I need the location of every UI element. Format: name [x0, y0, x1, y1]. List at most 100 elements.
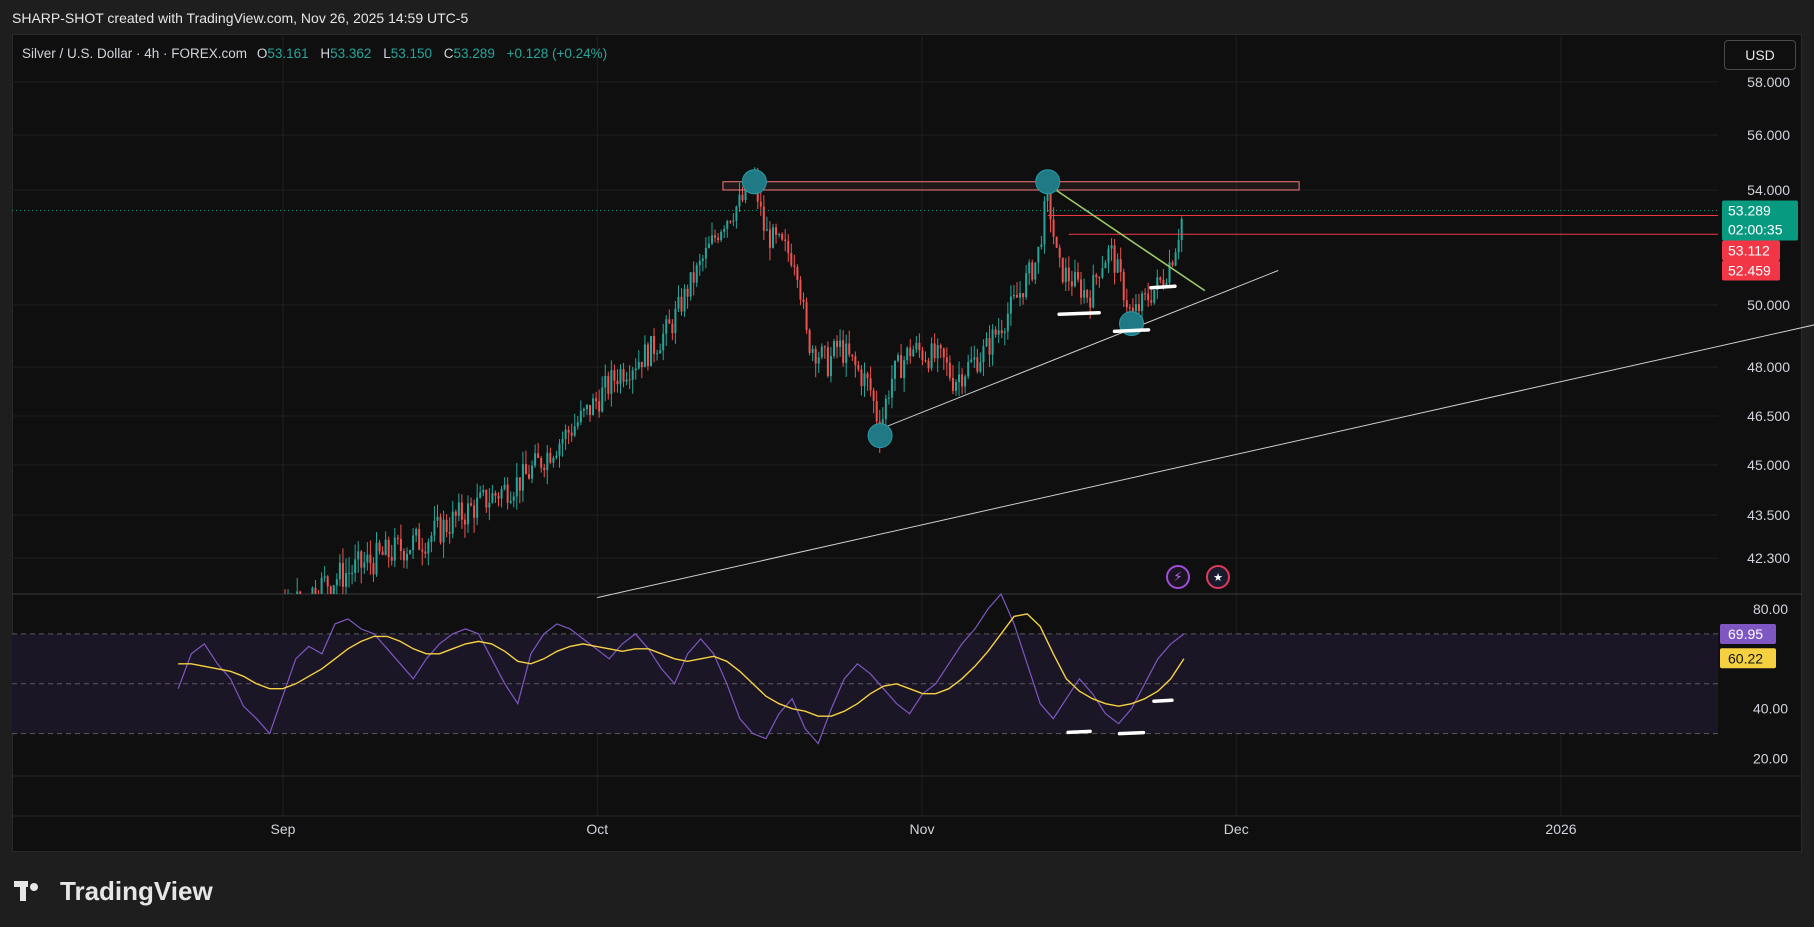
candle-body [714, 235, 717, 238]
close-label: C [443, 46, 454, 61]
candle-body [802, 299, 805, 302]
candle-body [640, 361, 643, 368]
candle-body [1003, 331, 1006, 334]
candle-body [1119, 259, 1122, 272]
candle-body [933, 343, 936, 359]
candle-body [1037, 246, 1040, 263]
candle-body [1083, 290, 1086, 298]
candle-body [1076, 272, 1079, 280]
candle-body [826, 347, 829, 377]
candles-group [284, 167, 1183, 594]
candle-body [409, 550, 412, 554]
price-change: +0.128 (+0.24%) [506, 46, 608, 61]
candle-body [942, 348, 945, 358]
candle-body [1128, 307, 1131, 309]
candle-body [646, 344, 649, 367]
candle-body [720, 231, 723, 241]
price-tick-label: 56.000 [1747, 127, 1790, 143]
x-tick-label: Dec [1224, 821, 1249, 837]
candle-body [500, 489, 503, 499]
candle-body [1015, 294, 1018, 298]
candle-body [567, 429, 570, 433]
candle-body [387, 539, 390, 557]
tradingview-logo[interactable]: TradingView [14, 876, 213, 907]
candle-body [351, 572, 354, 574]
candle-body [659, 350, 662, 354]
candle-body [1174, 252, 1177, 266]
us-flag-icon[interactable]: ★ [1206, 565, 1230, 589]
trendline [597, 324, 1814, 599]
candle-body [839, 340, 842, 348]
candle-body [741, 194, 744, 201]
candle-body [1006, 313, 1009, 332]
candle-body [979, 362, 982, 372]
candle-body [890, 378, 893, 398]
candle-body [924, 360, 927, 362]
candle-body [466, 503, 469, 525]
candle-body [768, 229, 771, 248]
open-label: O [256, 46, 268, 61]
candle-body [970, 359, 973, 362]
candle-body [485, 489, 488, 508]
candle-body [622, 369, 625, 382]
candle-body [579, 410, 582, 423]
bar-countdown-label: 02:00:35 [1728, 221, 1783, 237]
candle-body [771, 227, 774, 248]
candle-body [701, 258, 704, 261]
x-tick-label: Oct [586, 821, 608, 837]
price-tick-label: 54.000 [1747, 182, 1790, 198]
candle-body [961, 374, 964, 387]
candle-body [607, 376, 610, 394]
candle-body [338, 562, 341, 580]
candle-body [735, 206, 738, 221]
candle-body [912, 349, 915, 357]
candle-body [851, 354, 854, 357]
lightning-icon[interactable]: ⚡ [1166, 565, 1190, 589]
x-tick-label: 2026 [1545, 821, 1576, 837]
candle-body [363, 562, 366, 568]
candle-body [491, 492, 494, 503]
candle-body [326, 576, 329, 587]
candle-body [430, 535, 433, 543]
candle-body [893, 360, 896, 379]
price-tick-label: 46.500 [1747, 408, 1790, 424]
candle-body [677, 296, 680, 309]
candle-body [341, 562, 344, 587]
candle-body [973, 357, 976, 360]
candle-body [1052, 219, 1055, 237]
candle-body [314, 587, 317, 594]
candle-body [857, 365, 860, 370]
candle-body [1022, 293, 1025, 298]
candle-body [463, 519, 466, 525]
candle-body [793, 265, 796, 267]
candle-body [781, 233, 784, 240]
candle-body [887, 397, 890, 399]
candle-body [662, 333, 665, 351]
candle-body [1113, 245, 1116, 273]
close-value: 53.289 [453, 46, 495, 61]
candle-body [829, 355, 832, 377]
candle-body [1028, 262, 1031, 274]
candle-body [958, 374, 961, 383]
candle-body [592, 398, 595, 416]
chart-canvas[interactable]: Sep Oct Nov Dec 2026 58.000 56.000 54.000 50.000… [0, 0, 1814, 927]
low-marker [1149, 284, 1177, 290]
candle-body [649, 335, 652, 367]
candle-body [637, 361, 640, 369]
candle-body [1043, 201, 1046, 245]
candle-body [729, 221, 732, 223]
candle-body [558, 443, 561, 456]
candle-body [378, 542, 381, 552]
candle-body [439, 516, 442, 543]
low-marker [1112, 328, 1151, 334]
candle-body [357, 551, 360, 560]
candle-body [1125, 300, 1128, 308]
candle-body [1095, 274, 1098, 278]
candle-body [348, 572, 351, 574]
currency-button[interactable]: USD [1724, 40, 1796, 70]
candle-body [479, 492, 482, 498]
candle-body [555, 455, 558, 458]
candle-body [369, 554, 372, 564]
candle-body [543, 467, 546, 471]
candle-body [976, 357, 979, 372]
